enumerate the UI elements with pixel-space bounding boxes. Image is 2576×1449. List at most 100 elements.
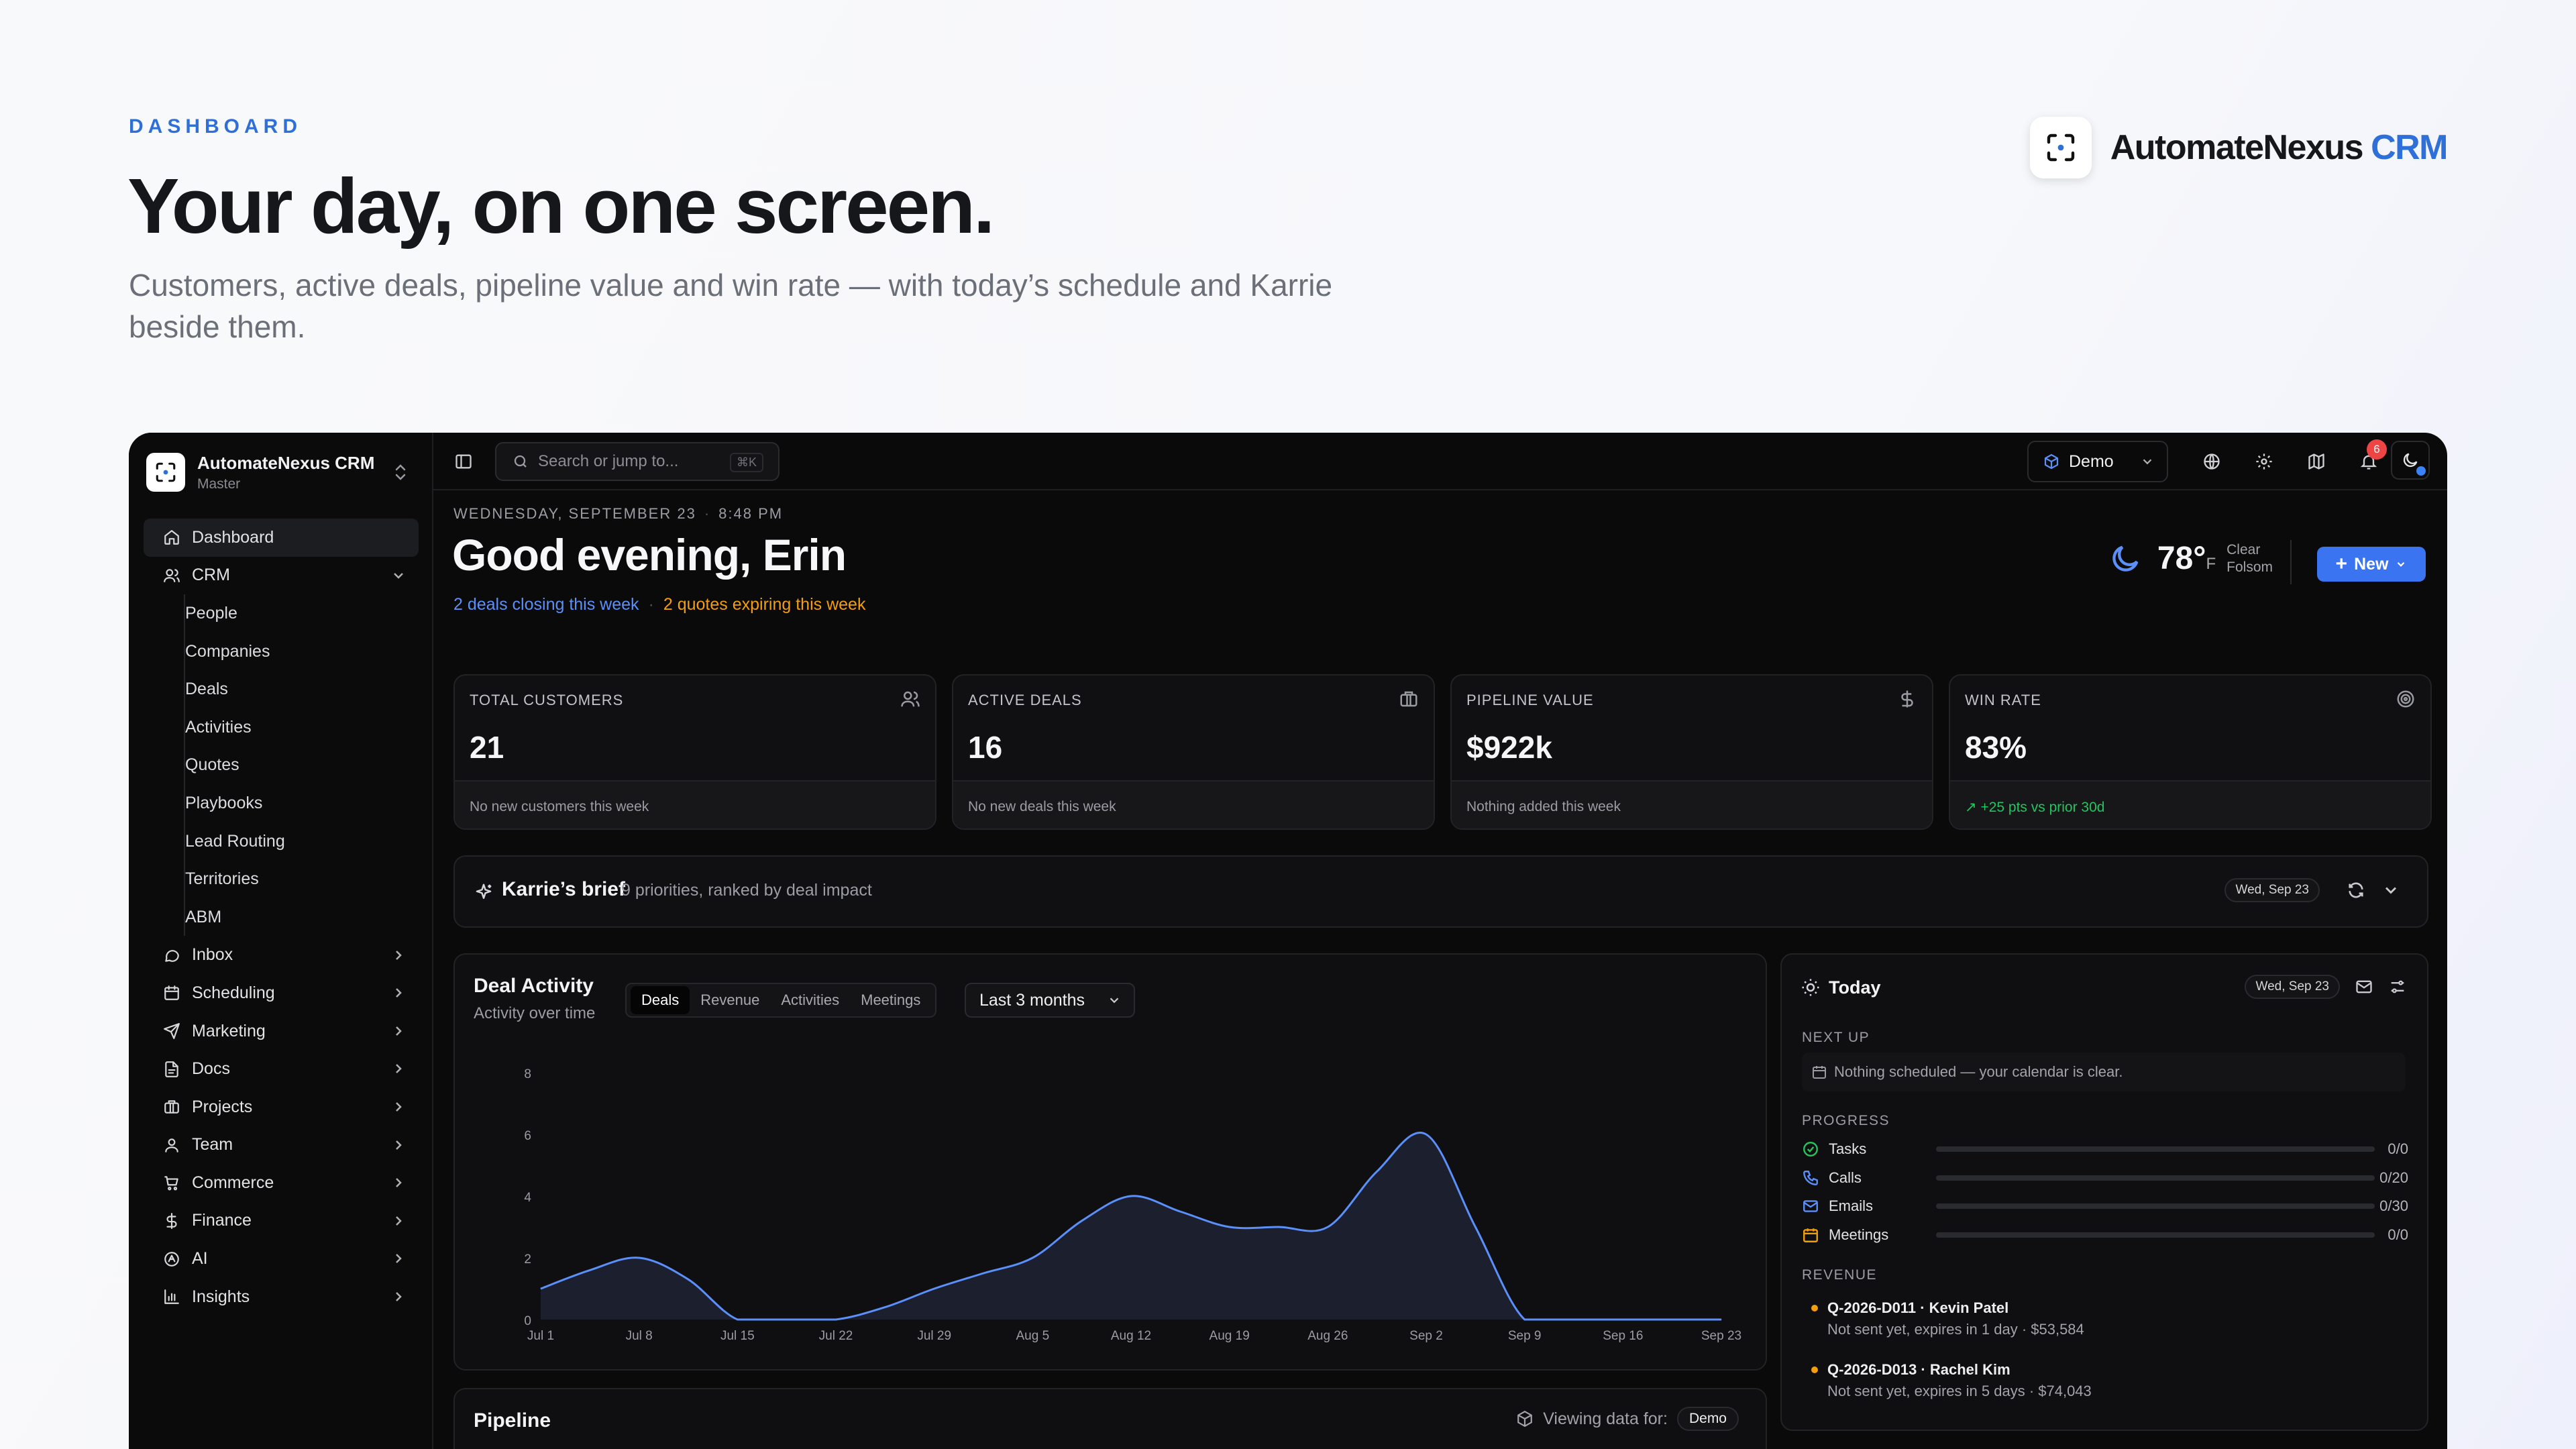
tab-deals[interactable]: Deals	[631, 986, 690, 1014]
kpi-foot: No new customers this week	[455, 780, 935, 828]
sidebar-item-dashboard[interactable]: Dashboard	[144, 519, 419, 557]
revenue-item[interactable]: Q-2026-D013 · Rachel Kim Not sent yet, e…	[1802, 1361, 2406, 1400]
range-select[interactable]: Last 3 months	[965, 983, 1135, 1018]
map-icon[interactable]	[2300, 445, 2333, 478]
globe-icon[interactable]	[2195, 445, 2229, 478]
progress-label: PROGRESS	[1802, 1113, 1890, 1128]
sidebar-item-ai[interactable]: AI	[144, 1240, 419, 1278]
target-icon	[2397, 690, 2414, 708]
kpi-label: PIPELINE VALUE	[1466, 692, 1594, 708]
kpi-pipeline-value[interactable]: PIPELINE VALUE $922k Nothing added this …	[1450, 674, 1933, 830]
workspace-selector[interactable]: Demo	[2027, 441, 2168, 482]
gear-icon[interactable]	[2247, 445, 2281, 478]
plus-icon: +	[2335, 553, 2348, 575]
workspace-selector-label: Demo	[2069, 451, 2114, 471]
progress-row-meetings: Meetings 0/0	[1802, 1223, 2408, 1247]
next-up-empty: Nothing scheduled — your calendar is cle…	[1802, 1053, 2406, 1091]
progress-bar	[1936, 1146, 2375, 1152]
sidebar-item-people[interactable]: People	[144, 594, 419, 633]
refresh-icon[interactable]	[2347, 881, 2365, 900]
x-tick-label: Jul 29	[917, 1329, 951, 1343]
sidebar-item-commerce[interactable]: Commerce	[144, 1164, 419, 1202]
weather-widget: 78°F Clear Folsom	[2108, 540, 2273, 577]
brief-subtitle: 9 priorities, ranked by deal impact	[621, 881, 872, 900]
mail-icon[interactable]	[2355, 977, 2373, 996]
sidebar-item-scheduling[interactable]: Scheduling	[144, 974, 419, 1012]
karrie-brief[interactable]: Karrie’s brief 9 priorities, ranked by d…	[453, 855, 2428, 928]
sidebar-item-projects[interactable]: Projects	[144, 1088, 419, 1126]
kpi-active-deals[interactable]: ACTIVE DEALS 16 No new deals this week	[952, 674, 1435, 830]
new-button[interactable]: + New	[2317, 547, 2426, 582]
today-date-pill: Wed, Sep 23	[2245, 975, 2340, 999]
next-up-label: NEXT UP	[1802, 1030, 1870, 1045]
sidebar-item-abm[interactable]: ABM	[144, 898, 419, 936]
sun-icon	[1802, 979, 1819, 996]
sidebar-item-label: Projects	[192, 1097, 253, 1116]
chat-icon	[162, 946, 181, 965]
chevron-down-icon[interactable]	[2381, 881, 2400, 900]
chevron-right-icon	[396, 1291, 402, 1301]
search-icon	[514, 455, 527, 468]
cart-icon	[162, 1173, 181, 1192]
brief-title: Karrie’s brief	[502, 878, 625, 900]
x-tick-label: Aug 26	[1307, 1329, 1348, 1343]
viewing-workspace-pill[interactable]: Demo	[1676, 1407, 1739, 1431]
sidebar-item-inbox[interactable]: Inbox	[144, 936, 419, 975]
search-input[interactable]: Search or jump to... ⌘K	[495, 442, 780, 481]
tab-revenue[interactable]: Revenue	[690, 986, 770, 1014]
x-tick-label: Aug 5	[1016, 1329, 1050, 1343]
y-tick-label: 8	[524, 1067, 531, 1081]
sidebar-item-deals[interactable]: Deals	[144, 670, 419, 708]
tab-meetings[interactable]: Meetings	[850, 986, 931, 1014]
sidebar-item-finance[interactable]: Finance	[144, 1202, 419, 1240]
tab-activities[interactable]: Activities	[770, 986, 850, 1014]
kpi-win-rate[interactable]: WIN RATE 83% ↗ +25 pts vs prior 30d	[1949, 674, 2432, 830]
sparkle-icon	[476, 883, 492, 899]
sidebar-toggle-icon[interactable]	[447, 445, 480, 478]
sidebar-item-marketing[interactable]: Marketing	[144, 1012, 419, 1051]
kpi-value: 16	[968, 730, 1003, 765]
sidebar-item-activities[interactable]: Activities	[144, 708, 419, 747]
sidebar-item-quotes[interactable]: Quotes	[144, 747, 419, 785]
sidebar-item-lead-routing[interactable]: Lead Routing	[144, 822, 419, 861]
kpi-total-customers[interactable]: TOTAL CUSTOMERS 21 No new customers this…	[453, 674, 936, 830]
brand-name: AutomateNexus CRM	[2110, 128, 2449, 167]
data-point	[1229, 1226, 1230, 1228]
y-tick-label: 6	[524, 1129, 531, 1143]
sidebar-item-insights[interactable]: Insights	[144, 1278, 419, 1316]
greeting: Good evening, Erin	[452, 530, 847, 580]
kpi-value: 21	[470, 730, 504, 765]
sidebar-item-playbooks[interactable]: Playbooks	[144, 784, 419, 822]
deal-activity-panel: Deal Activity Activity over time Deals R…	[453, 953, 1767, 1371]
kpi-value: $922k	[1466, 730, 1552, 765]
workspace-switcher[interactable]: AutomateNexus CRM Master	[146, 450, 415, 494]
revenue-item[interactable]: Q-2026-D011 · Kevin Patel Not sent yet, …	[1802, 1299, 2406, 1338]
chevron-right-icon	[396, 950, 402, 960]
settings-sliders-icon[interactable]	[2388, 977, 2407, 996]
calendar-icon	[1803, 1228, 1818, 1242]
deals-closing-link[interactable]: 2 deals closing this week	[453, 595, 639, 614]
dollar-icon	[162, 1212, 181, 1230]
chevron-down-icon	[2398, 561, 2405, 567]
users-icon	[162, 566, 181, 585]
x-tick-label: Sep 23	[1701, 1329, 1741, 1343]
sidebar-item-label: Team	[192, 1135, 233, 1155]
bell-icon[interactable]: 6	[2352, 439, 2387, 478]
quotes-expiring-link[interactable]: 2 quotes expiring this week	[663, 595, 866, 614]
dollar-icon	[1901, 690, 1913, 708]
sidebar-item-crm[interactable]: CRM	[144, 557, 419, 595]
sidebar-item-label: Docs	[192, 1059, 230, 1079]
sidebar-item-team[interactable]: Team	[144, 1126, 419, 1165]
sidebar-item-docs[interactable]: Docs	[144, 1050, 419, 1088]
search-shortcut: ⌘K	[729, 453, 763, 472]
viewing-data-for: Viewing data for: Demo	[1516, 1407, 1739, 1431]
cube-icon	[1517, 1410, 1533, 1428]
kpi-foot: Nothing added this week	[1452, 780, 1932, 828]
theme-toggle-button[interactable]	[2391, 441, 2430, 480]
calendar-icon	[1813, 1066, 1826, 1079]
ai-icon	[162, 1250, 181, 1269]
sidebar-item-territories[interactable]: Territories	[144, 860, 419, 898]
chevron-right-icon	[396, 1216, 402, 1226]
document-icon	[162, 1060, 181, 1079]
sidebar-item-companies[interactable]: Companies	[144, 633, 419, 671]
